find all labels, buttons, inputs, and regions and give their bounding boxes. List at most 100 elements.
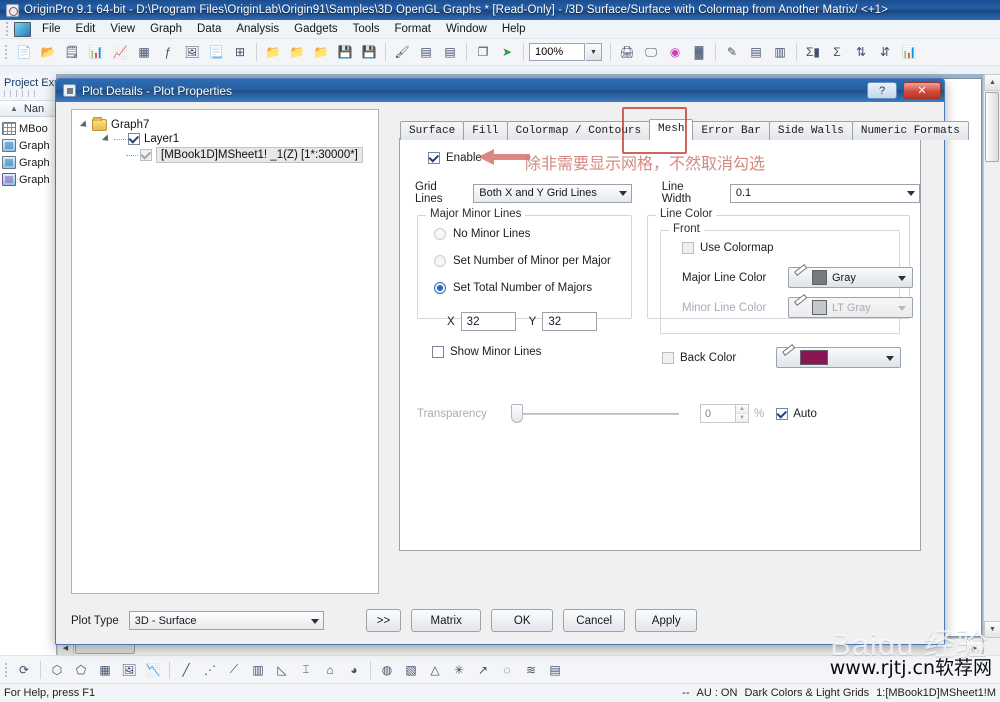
tab-colormap-contours[interactable]: Colormap / Contours xyxy=(506,121,651,140)
expand-triangle-icon[interactable] xyxy=(101,134,112,144)
save-template-icon[interactable]: 💾 xyxy=(358,41,380,63)
tab-error-bar[interactable]: Error Bar xyxy=(692,121,770,140)
show-minor-lines-checkbox[interactable] xyxy=(432,346,444,358)
tab-numeric-formats[interactable]: Numeric Formats xyxy=(851,121,969,140)
tree-node-graph[interactable]: Graph7 xyxy=(78,117,372,132)
line-symbol-tool-icon[interactable]: ⟋ xyxy=(223,659,245,681)
annotate-icon[interactable]: ✎ xyxy=(721,41,743,63)
menu-item-graph[interactable]: Graph xyxy=(143,21,189,37)
new-notes-icon[interactable]: 📃 xyxy=(205,41,227,63)
menubar-gripper[interactable] xyxy=(4,22,11,36)
copy-icon[interactable]: ❐ xyxy=(472,41,494,63)
close-button[interactable]: ✕ xyxy=(903,82,941,99)
toolbar-gripper[interactable] xyxy=(3,45,10,59)
cube-icon[interactable]: ⬡ xyxy=(46,659,68,681)
menu-item-window[interactable]: Window xyxy=(439,21,494,37)
tab-surface[interactable]: Surface xyxy=(400,121,465,140)
list-item[interactable]: Graph xyxy=(0,154,56,171)
duplicate-icon[interactable]: ◉ xyxy=(664,41,686,63)
bar-chart-icon[interactable]: 📊 xyxy=(898,41,920,63)
majors-x-input[interactable]: 32 xyxy=(460,312,516,331)
new-matrix-icon[interactable]: ▦ xyxy=(133,41,155,63)
menu-item-edit[interactable]: Edit xyxy=(69,21,103,37)
import-single-ascii-icon[interactable]: ▤ xyxy=(415,41,437,63)
new-graph-icon[interactable]: 📈 xyxy=(109,41,131,63)
cube-side-icon[interactable]: ⬠ xyxy=(70,659,92,681)
ok-button[interactable]: OK xyxy=(491,609,554,632)
sort-icon[interactable]: ⇅ xyxy=(850,41,872,63)
menu-item-data[interactable]: Data xyxy=(190,21,228,37)
ternary-tool-icon[interactable]: △ xyxy=(424,659,446,681)
expand-triangle-icon[interactable] xyxy=(79,120,90,130)
minor-line-color-picker[interactable]: LT Gray xyxy=(788,297,913,318)
import-wizard-icon[interactable]: 🖌 xyxy=(391,41,413,63)
major-line-color-picker[interactable]: Gray xyxy=(788,267,913,288)
use-colormap-checkbox[interactable] xyxy=(682,242,694,254)
menu-item-view[interactable]: View xyxy=(103,21,142,37)
layer-checkbox[interactable] xyxy=(128,133,140,145)
bubble-tool-icon[interactable]: ◌ xyxy=(496,659,518,681)
zoom-level-input[interactable]: 100% xyxy=(529,43,585,61)
tree-node-dataset[interactable]: [MBook1D]MSheet1! _1(Z) [1*:30000*] xyxy=(78,146,372,164)
transparency-input[interactable]: 0 xyxy=(700,404,736,423)
bottom-toolbar-gripper[interactable] xyxy=(3,662,10,677)
zoom-dropdown-arrow-icon[interactable]: ▼ xyxy=(586,43,602,61)
box-tool-icon[interactable]: ⌶ xyxy=(295,659,317,681)
new-layout-icon[interactable]: 🖼 xyxy=(181,41,203,63)
scroll-right-icon[interactable]: ▶ xyxy=(966,639,983,656)
show-minor-lines-row[interactable]: Show Minor Lines xyxy=(432,346,541,358)
histogram-tool-icon[interactable]: ⌂ xyxy=(319,659,341,681)
film-icon[interactable]: ▓ xyxy=(688,41,710,63)
enable-checkbox[interactable] xyxy=(428,152,440,164)
radio-no-minor-lines[interactable]: No Minor Lines xyxy=(434,228,530,240)
run-script-icon[interactable]: ➤ xyxy=(496,41,518,63)
stack-tool-icon[interactable]: ▤ xyxy=(544,659,566,681)
waterfall-tool-icon[interactable]: ≋ xyxy=(520,659,542,681)
radio-icon[interactable] xyxy=(434,228,446,240)
tab-mesh[interactable]: Mesh xyxy=(649,119,694,140)
menu-item-format[interactable]: Format xyxy=(388,21,438,37)
import-multiple-ascii-icon[interactable]: ▤ xyxy=(439,41,461,63)
polar-tool-icon[interactable]: ✳ xyxy=(448,659,470,681)
pie-tool-icon[interactable]: ◕ xyxy=(343,659,365,681)
numeric-sort-icon[interactable]: ⇵ xyxy=(874,41,896,63)
menu-item-analysis[interactable]: Analysis xyxy=(229,21,286,37)
plot-tree-panel[interactable]: Graph7 Layer1 [MBook1D]MSheet1! _1(Z) [1… xyxy=(71,109,379,594)
tree-node-layer[interactable]: Layer1 xyxy=(78,132,372,146)
scroll-up-icon[interactable]: ▲ xyxy=(984,74,1000,91)
append-project-icon[interactable]: 📁 xyxy=(310,41,332,63)
back-color-checkbox[interactable] xyxy=(662,351,674,364)
radio-icon[interactable] xyxy=(434,282,446,294)
list-item[interactable]: Graph xyxy=(0,137,56,154)
open-icon[interactable]: 📁 xyxy=(262,41,284,63)
add-new-window-icon[interactable]: ⊞ xyxy=(229,41,251,63)
contour-tool-icon[interactable]: ◍ xyxy=(376,659,398,681)
stepper-up-icon[interactable]: ▲ xyxy=(736,405,748,414)
new-function-plot-icon[interactable]: ƒ xyxy=(157,41,179,63)
menu-item-gadgets[interactable]: Gadgets xyxy=(287,21,344,37)
open-folder-icon[interactable]: 📂 xyxy=(37,41,59,63)
back-color-picker[interactable] xyxy=(776,347,901,368)
use-colormap-row[interactable]: Use Colormap xyxy=(682,242,774,254)
image-icon[interactable]: 🖼 xyxy=(118,659,140,681)
cancel-button[interactable]: Cancel xyxy=(563,609,626,632)
slider-knob[interactable] xyxy=(511,404,523,423)
new-excel-icon[interactable]: 📊 xyxy=(85,41,107,63)
tile-horizontal-icon[interactable]: ▤ xyxy=(745,41,767,63)
new-project-icon[interactable]: 📄 xyxy=(13,41,35,63)
menu-item-file[interactable]: File xyxy=(35,21,68,37)
transparency-slider[interactable] xyxy=(511,404,679,423)
menu-item-help[interactable]: Help xyxy=(495,21,533,37)
presentation-icon[interactable]: 🖵 xyxy=(640,41,662,63)
surface-tool-icon[interactable]: ▧ xyxy=(400,659,422,681)
tab-fill[interactable]: Fill xyxy=(463,121,508,140)
expand-button[interactable]: >> xyxy=(365,609,402,632)
apply-button[interactable]: Apply xyxy=(635,609,698,632)
plot-type-select[interactable]: 3D - Surface xyxy=(128,611,324,630)
project-explorer-column-header[interactable]: ▲ Nan xyxy=(0,101,56,117)
line-width-select[interactable]: 0.1 xyxy=(729,183,921,203)
sigma-icon[interactable]: Σ▮ xyxy=(802,41,824,63)
vertical-scrollbar[interactable]: ▲ ▼ xyxy=(983,74,1000,655)
plot-icon[interactable]: 📉 xyxy=(142,659,164,681)
save-project-icon[interactable]: 💾 xyxy=(334,41,356,63)
